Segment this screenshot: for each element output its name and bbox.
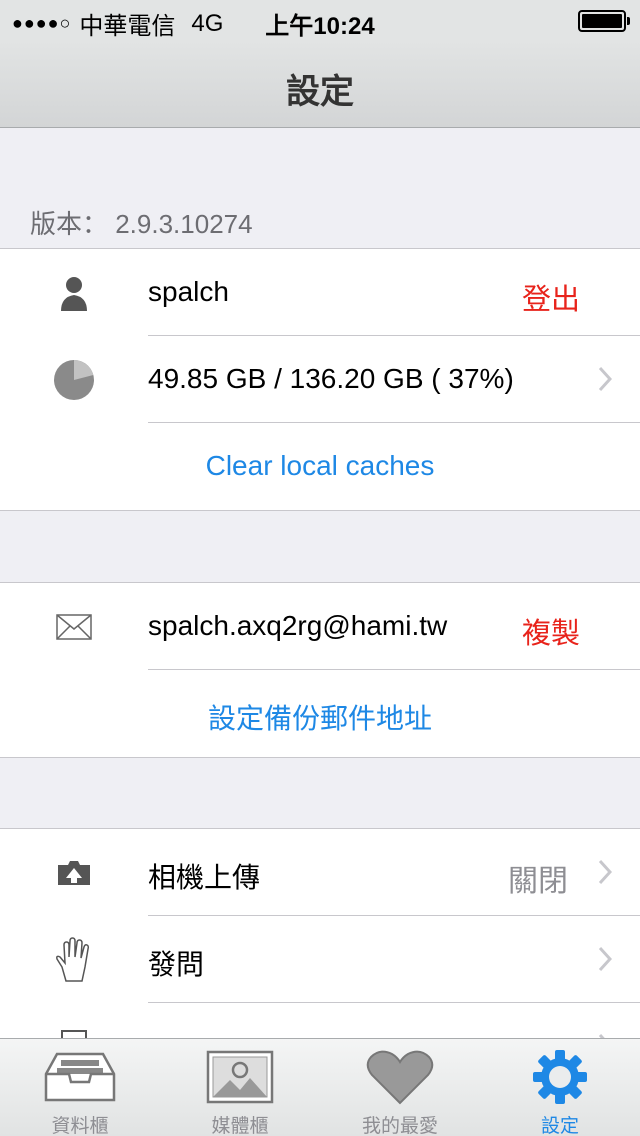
email-address: spalch.axq2rg@hami.tw [148,610,448,641]
account-group: spalch 登出 49.85 GB / 136.20 GB ( 37%) Cl… [0,248,640,511]
tab-favorites[interactable]: 我的最愛 [320,1039,480,1136]
faq-row[interactable]: 發問 [0,915,640,1003]
camera-upload-row[interactable]: 相機上傳 關閉 [0,829,640,916]
tab-label: 設定 [540,1116,579,1136]
status-bar: ●●●●○ 中華電信 4G 上午10:24 [0,0,640,40]
tab-label: 我的最愛 [361,1116,438,1136]
tab-label: 資料櫃 [51,1116,109,1136]
chevron-right-icon [598,859,612,885]
account-row: spalch 登出 [0,249,640,336]
camera-upload-status: 關閉 [508,865,568,898]
envelope-icon [50,603,98,651]
navigation-bar: 設定 [0,40,640,128]
tab-media[interactable]: 媒體櫃 [160,1039,320,1136]
storage-pie-icon [50,356,98,404]
set-backup-email-row[interactable]: 設定備份郵件地址 [0,669,640,757]
username: spalch [148,276,229,307]
hand-icon [50,936,98,984]
logout-button[interactable]: 登出 [522,276,580,318]
chevron-right-icon [598,366,612,392]
chevron-right-icon [598,946,612,972]
gear-icon [520,1047,600,1107]
page-title: 設定 [286,73,354,111]
email-group: spalch.axq2rg@hami.tw 複製 設定備份郵件地址 [0,582,640,758]
clear-cache-row[interactable]: Clear local caches [0,422,640,510]
set-backup-email-button[interactable]: 設定備份郵件地址 [0,697,640,737]
storage-usage: 49.85 GB / 136.20 GB ( 37%) [148,363,514,394]
storage-row[interactable]: 49.85 GB / 136.20 GB ( 37%) [0,335,640,423]
heart-icon [360,1047,440,1107]
tab-bar: 資料櫃 媒體櫃 我的最愛 設定 [0,1038,640,1136]
battery-icon [578,10,630,32]
clear-cache-button[interactable]: Clear local caches [0,450,640,482]
tab-cabinet[interactable]: 資料櫃 [0,1039,160,1136]
camera-upload-label: 相機上傳 [148,862,261,893]
user-icon [50,269,98,317]
camera-upload-icon [50,849,98,897]
copy-button[interactable]: 複製 [522,610,580,652]
version-label: 版本： 2.9.3.10274 [30,209,253,239]
tab-settings[interactable]: 設定 [480,1039,640,1136]
cabinet-icon [40,1047,120,1107]
tab-label: 媒體櫃 [211,1116,269,1136]
status-time: 上午10:24 [265,13,375,40]
photo-icon [200,1047,280,1107]
email-row: spalch.axq2rg@hami.tw 複製 [0,583,640,670]
faq-label: 發問 [148,949,205,980]
